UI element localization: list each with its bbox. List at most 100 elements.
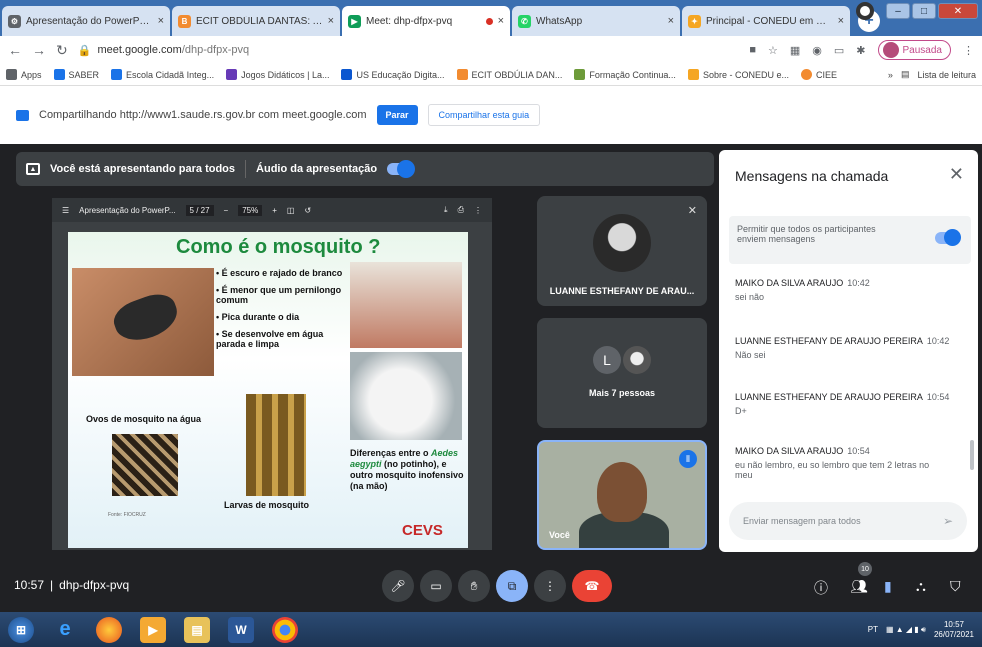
start-button-icon[interactable]: ⊞ xyxy=(8,616,34,643)
language-indicator[interactable]: PT xyxy=(868,625,878,634)
tab-close-icon[interactable]: × xyxy=(328,15,334,27)
minimize-button[interactable]: – xyxy=(886,3,910,19)
recording-dot-icon xyxy=(485,17,493,25)
bookmark-star-icon[interactable]: ☆ xyxy=(768,44,778,57)
close-icon[interactable]: ✕ xyxy=(949,164,964,185)
camera-button[interactable]: ▭ xyxy=(420,570,452,602)
chat-icon[interactable]: ▮ xyxy=(884,578,892,595)
more-vert-icon[interactable]: ⋮ xyxy=(474,206,482,215)
bookmark-escola[interactable]: Escola Cidadã Integ... xyxy=(111,69,214,80)
activities-icon[interactable]: ⛬ xyxy=(916,578,926,595)
print-icon[interactable]: ⎙ xyxy=(458,205,464,215)
maximize-button[interactable]: □ xyxy=(912,3,936,19)
zoom-out-icon[interactable]: − xyxy=(224,206,229,215)
puzzle-icon[interactable]: ✱ xyxy=(856,44,865,57)
bookmark-ciee[interactable]: CIEE xyxy=(800,69,837,80)
meet-stage: ▲ Você está apresentando para todos Áudi… xyxy=(0,144,982,612)
chrome-icon[interactable] xyxy=(272,616,298,643)
presentation-audio-toggle[interactable] xyxy=(387,160,416,178)
rotate-icon[interactable]: ↺ xyxy=(304,206,311,215)
slide-bullets: É escuro e rajado de branco É menor que … xyxy=(216,268,346,356)
internet-explorer-icon[interactable]: e xyxy=(52,617,78,643)
more-participants-tile[interactable]: L Mais 7 pessoas xyxy=(537,318,707,428)
apps-grid-icon xyxy=(6,69,17,80)
hamburger-menu-icon[interactable]: ☰ xyxy=(62,206,69,215)
firefox-icon[interactable] xyxy=(96,616,122,643)
tab-close-icon[interactable]: × xyxy=(498,15,504,27)
chrome-profile-icon[interactable] xyxy=(856,2,874,20)
message-sender: LUANNE ESTHEFANY DE ARAUJO PEREIRA xyxy=(735,392,923,402)
present-now-button[interactable]: ⧉ xyxy=(496,570,528,602)
self-view-tile[interactable]: ⦀ Você xyxy=(537,440,707,550)
back-arrow-icon[interactable]: ← xyxy=(8,42,22,58)
close-window-button[interactable]: ✕ xyxy=(938,3,978,19)
tab-label: Meet: dhp-dfpx-pvq xyxy=(366,15,453,27)
url-field[interactable]: 🔒 meet.google.com/dhp-dfpx-pvq xyxy=(78,44,740,57)
bookmark-us-educacao[interactable]: US Educação Digita... xyxy=(341,69,445,80)
bookmarks-bar: Apps SABER Escola Cidadã Integ... Jogos … xyxy=(0,64,982,86)
extension-3-icon[interactable]: ▭ xyxy=(834,44,844,57)
url-path: /dhp-dfpx-pvq xyxy=(181,44,250,56)
bookmark-formacao[interactable]: Formação Continua... xyxy=(574,69,676,80)
people-icon[interactable]: 👥︎ xyxy=(850,578,868,595)
microphone-button[interactable]: 🎤︎ xyxy=(382,570,414,602)
chat-scrollbar[interactable] xyxy=(970,440,974,470)
media-player-icon[interactable]: ▶ xyxy=(140,616,166,643)
slide-page-indicator[interactable]: 5 / 27 xyxy=(185,204,214,216)
profile-paused-button[interactable]: Pausada xyxy=(877,40,951,60)
leave-call-button[interactable]: ☎︎ xyxy=(572,570,612,602)
bookmark-ecit[interactable]: ECIT OBDÚLIA DAN... xyxy=(456,69,562,80)
chat-panel: Mensagens na chamada ✕ Permitir que todo… xyxy=(719,150,978,552)
meeting-info: 10:57 | dhp-dfpx-pvq xyxy=(14,578,129,592)
download-icon[interactable]: ⤓ xyxy=(444,205,448,215)
participant-name: LUANNE ESTHEFANY DE ARAU... xyxy=(549,286,695,296)
tab-powerpoint[interactable]: ⚙ Apresentação do PowerPoint × xyxy=(2,6,170,36)
clock-time: 10:57 xyxy=(943,619,964,629)
bookmark-saber[interactable]: SABER xyxy=(53,69,99,80)
fit-page-icon[interactable]: ◫ xyxy=(287,206,295,215)
reload-icon[interactable]: ↻ xyxy=(56,42,68,59)
bookmark-conedu[interactable]: Sobre - CONEDU e... xyxy=(687,69,789,80)
raise-hand-button[interactable]: ✋︎ xyxy=(458,570,490,602)
chat-input-placeholder: Enviar mensagem para todos xyxy=(743,516,861,526)
bookmark-apps[interactable]: Apps xyxy=(6,69,42,80)
word-icon[interactable]: W xyxy=(228,616,254,643)
meeting-details-icon[interactable]: ⓘ xyxy=(814,578,828,598)
tab-close-icon[interactable]: × xyxy=(838,15,844,27)
tab-close-icon[interactable]: × xyxy=(668,15,674,27)
tab-meet[interactable]: ▶ Meet: dhp-dfpx-pvq × xyxy=(342,6,510,36)
share-this-tab-button[interactable]: Compartilhar esta guia xyxy=(427,104,541,126)
tab-whatsapp[interactable]: ✆ WhatsApp × xyxy=(512,6,680,36)
bookmark-jogos[interactable]: Jogos Didáticos | La... xyxy=(226,69,329,80)
file-explorer-icon[interactable]: ▤ xyxy=(184,616,210,643)
participant-tile-luanne[interactable]: ✕ LUANNE ESTHEFANY DE ARAU... xyxy=(537,196,707,306)
allow-messages-toggle[interactable] xyxy=(935,229,961,246)
zoom-level[interactable]: 75% xyxy=(238,204,263,216)
bookmark-label: Formação Continua... xyxy=(589,69,676,80)
tray-icons[interactable]: ▦ ▲ ◢ ▮ 🔊︎ xyxy=(886,625,926,635)
stop-sharing-button[interactable]: Parar xyxy=(376,105,418,125)
send-icon[interactable]: ➢ xyxy=(943,514,953,528)
zoom-in-icon[interactable]: + xyxy=(272,206,277,215)
presenting-label: Você está apresentando para todos xyxy=(50,163,236,175)
chat-message: LUANNE ESTHEFANY DE ARAUJO PEREIRA 10:54 … xyxy=(735,392,965,416)
mic-off-icon: ✕ xyxy=(687,205,697,217)
extension-icon[interactable]: ▦ xyxy=(790,44,800,57)
bookmarks-more-button[interactable]: » xyxy=(888,70,893,80)
host-controls-icon[interactable]: ⛉ xyxy=(950,578,961,595)
tab-ecit-aulas[interactable]: B ECIT OBDÚLIA DANTAS: Aulas × xyxy=(172,6,340,36)
more-options-button[interactable]: ⋮ xyxy=(534,570,566,602)
reading-list-button[interactable]: Lista de leitura xyxy=(917,70,976,80)
menu-dots-icon[interactable]: ⋮ xyxy=(963,44,974,57)
shared-slide-frame: ☰ Apresentação do PowerP... 5 / 27 − 75%… xyxy=(52,198,492,550)
forward-arrow-icon[interactable]: → xyxy=(32,42,46,58)
camera-indicator-icon[interactable]: ■ xyxy=(749,44,756,56)
bookmark-label: Sobre - CONEDU e... xyxy=(702,69,789,80)
tab-conedu[interactable]: ✦ Principal - CONEDU em Maceió × xyxy=(682,6,850,36)
system-clock[interactable]: 10:57 26/07/2021 xyxy=(934,620,974,640)
message-text: D+ xyxy=(735,406,747,416)
extension-2-icon[interactable]: ◉ xyxy=(812,44,822,57)
chat-message-input[interactable]: Enviar mensagem para todos ➢ xyxy=(729,502,967,540)
tab-close-icon[interactable]: × xyxy=(158,15,164,27)
message-time: 10:42 xyxy=(847,278,870,288)
